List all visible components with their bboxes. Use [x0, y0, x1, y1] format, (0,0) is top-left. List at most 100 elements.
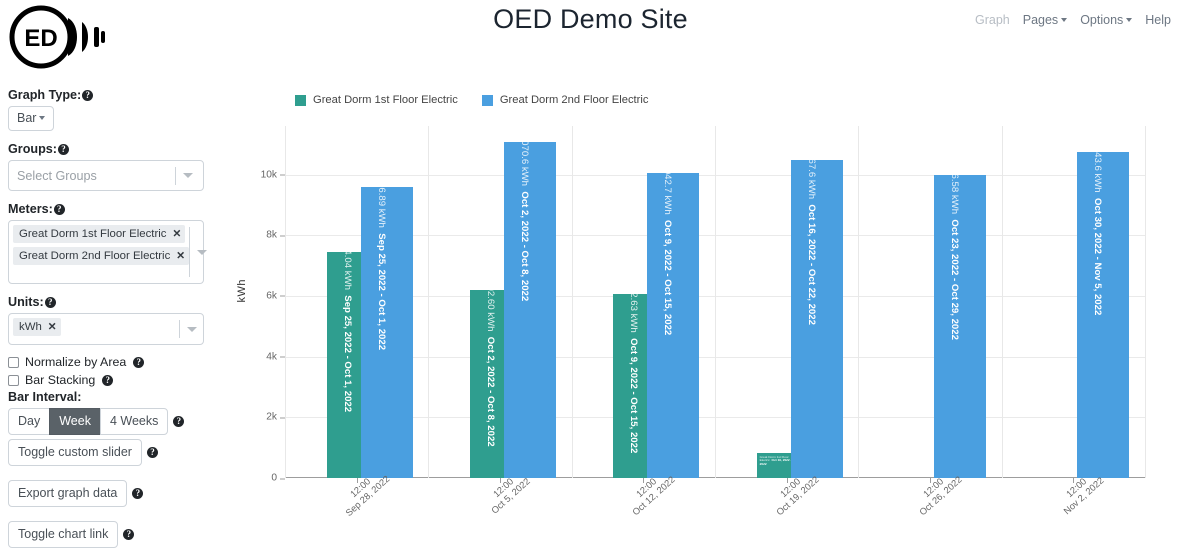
bar-label: Great Dorm 2nd Floor Electric : 10467.6 … [805, 160, 817, 326]
nav-link-pages[interactable]: Pages [1023, 13, 1068, 27]
units-select-indicators [179, 318, 203, 340]
normalize-by-area-label: Normalize by Area [25, 355, 127, 369]
groups-label-text: Groups: [8, 142, 57, 156]
help-icon[interactable]: ? [102, 374, 114, 386]
groups-label: Groups:? [8, 142, 204, 157]
units-label-text: Units: [8, 295, 44, 309]
chevron-down-icon [39, 116, 46, 120]
plot-area: 0 2k 4k 6k 8k 10k Great Dorm 1st Floor Electri… [261, 126, 1146, 518]
bar-label: Great Dorm 2nd Floor Electric : 11070.6 … [519, 142, 530, 302]
help-icon[interactable]: ? [53, 204, 65, 215]
y-axis-tick: 8k [266, 230, 285, 241]
bar-interval-week-button[interactable]: Week [49, 408, 101, 435]
y-axis-tick: 10k [261, 169, 286, 180]
nav-options-label: Options [1080, 13, 1124, 27]
normalize-by-area-checkbox[interactable] [8, 356, 19, 368]
groups-placeholder: Select Groups [17, 168, 97, 183]
y-axis-label: kWh [236, 279, 248, 303]
gridline-vertical [858, 126, 859, 478]
help-icon[interactable]: ? [132, 488, 144, 499]
toggle-custom-slider-row: Toggle custom slider ? [8, 439, 204, 466]
y-axis-tick: 2k [266, 412, 285, 423]
legend-label: Great Dorm 2nd Floor Electric [499, 94, 649, 106]
chevron-down-icon[interactable] [183, 173, 193, 178]
gridline-vertical [1002, 126, 1003, 478]
chevron-down-icon[interactable] [197, 249, 208, 255]
help-icon[interactable]: ? [44, 297, 56, 308]
units-tag-list: kWh ✕ [13, 318, 179, 336]
bar-interval-day-button[interactable]: Day [8, 408, 51, 435]
meter-tag-label: Great Dorm 1st Floor Electric [19, 228, 167, 240]
graph-type-dropdown[interactable]: Bar [8, 106, 55, 131]
bar[interactable]: Great Dorm 2nd Floor Electric : 10743.6 … [1077, 152, 1130, 478]
bar[interactable]: Great Dorm 2nd Floor Electric : 10042.7 … [647, 173, 700, 478]
export-graph-data-row: Export graph data ? [8, 480, 204, 507]
bar-label: Great Dorm 2nd Floor Electric : 10743.6 … [1092, 152, 1104, 316]
export-graph-data-button[interactable]: Export graph data [8, 480, 128, 507]
bar-label: Great Dorm 1st Floor Electric: 6062.63 k… [628, 294, 640, 454]
bar-label: Great Dorm 2nd Floor Electric : 9986.58 … [949, 175, 960, 340]
help-icon[interactable]: ? [173, 416, 185, 427]
bar-interval-button-group: Day Week 4 Weeks [8, 408, 169, 435]
toggle-custom-slider-button[interactable]: Toggle custom slider [8, 439, 142, 466]
divider [179, 320, 180, 338]
help-icon[interactable]: ? [57, 144, 69, 155]
gridline-vertical [715, 126, 716, 478]
remove-icon[interactable]: ✕ [172, 227, 181, 241]
y-axis-tick: 0 [271, 473, 285, 484]
bar-interval-4weeks-button[interactable]: 4 Weeks [99, 408, 169, 435]
help-icon[interactable]: ? [82, 90, 94, 101]
normalize-by-area-row[interactable]: Normalize by Area? [8, 354, 204, 370]
bar-stacking-checkbox[interactable] [8, 374, 19, 386]
chevron-down-icon[interactable] [187, 326, 197, 332]
bar[interactable]: Great Dorm 2nd Floor Electric : 10467.6 … [790, 160, 843, 478]
meter-tag[interactable]: Great Dorm 1st Floor Electric ✕ [13, 225, 186, 243]
gridline-vertical [285, 126, 286, 478]
unit-tag-label: kWh [19, 321, 42, 333]
options-sidebar: Graph Type:? Bar Groups:? Select Groups … [8, 88, 208, 554]
meter-tag-label: Great Dorm 2nd Floor Electric [19, 250, 171, 262]
bar[interactable]: Great Dorm 2nd Floor Electric : 11070.6 … [504, 142, 556, 478]
nav-link-options[interactable]: Options [1080, 13, 1133, 27]
bar-chart: Great Dorm 1st Floor Electric Great Dorm… [210, 84, 1175, 550]
app-root: ED OED Demo Site Graph Pages Options Hel… [0, 0, 1181, 554]
meters-label: Meters:? [8, 202, 204, 217]
help-icon[interactable]: ? [146, 447, 158, 458]
bar-label: Great Dorm 1st Floor Electric: 6192.60 k… [485, 290, 496, 447]
help-icon[interactable]: ? [133, 356, 145, 368]
bar[interactable]: Great Dorm 2nd Floor Electric : 9576.89 … [360, 187, 413, 478]
units-select[interactable]: kWh ✕ [8, 313, 204, 345]
legend-item-series-1[interactable]: Great Dorm 2nd Floor Electric [481, 94, 649, 106]
graph-type-label: Graph Type:? [8, 88, 204, 103]
legend-label: Great Dorm 1st Floor Electric [313, 94, 458, 106]
legend-item-series-0[interactable]: Great Dorm 1st Floor Electric [295, 94, 458, 106]
chevron-down-icon [1126, 18, 1133, 22]
help-icon[interactable]: ? [123, 529, 135, 540]
unit-tag[interactable]: kWh ✕ [13, 318, 61, 336]
gridline-vertical [1145, 126, 1146, 478]
groups-select[interactable]: Select Groups [8, 160, 204, 191]
gridline-vertical [428, 126, 429, 478]
bar-interval-group-row: Day Week 4 Weeks ? [8, 408, 204, 435]
meters-tag-list: Great Dorm 1st Floor Electric ✕ Great Do… [13, 225, 190, 265]
toggle-chart-link-button[interactable]: Toggle chart link [8, 521, 119, 548]
remove-icon[interactable]: ✕ [48, 320, 57, 334]
bar-stacking-row[interactable]: Bar Stacking? [8, 372, 204, 388]
meter-tag[interactable]: Great Dorm 2nd Floor Electric ✕ [13, 247, 190, 265]
meters-select[interactable]: Great Dorm 1st Floor Electric ✕ Great Do… [8, 220, 208, 284]
nav-link-help[interactable]: Help [1145, 13, 1171, 27]
legend-swatch [295, 94, 306, 106]
chevron-down-icon [1061, 18, 1068, 22]
divider [189, 227, 191, 277]
graph-type-label-text: Graph Type: [8, 88, 82, 102]
divider [175, 166, 176, 185]
graph-type-value: Bar [17, 111, 37, 125]
nav-link-graph[interactable]: Graph [975, 13, 1010, 27]
y-axis-tick: 6k [266, 290, 285, 301]
remove-icon[interactable]: ✕ [176, 249, 185, 263]
bar[interactable]: Great Dorm 2nd Floor Electric : 9986.58 … [934, 174, 986, 478]
bar-stacking-label: Bar Stacking [25, 373, 96, 387]
units-label: Units:? [8, 295, 204, 310]
top-navigation: Graph Pages Options Help [975, 13, 1171, 27]
meters-label-text: Meters: [8, 202, 53, 216]
